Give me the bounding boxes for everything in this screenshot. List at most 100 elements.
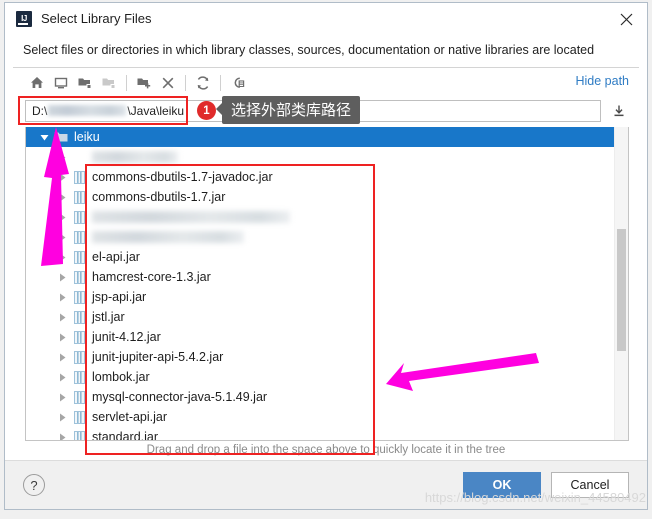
toolbar-separator-2: [185, 74, 186, 91]
tree-expand-toggle[interactable]: [54, 267, 70, 287]
help-button[interactable]: ?: [23, 474, 45, 496]
jar-file-icon: [73, 290, 85, 304]
show-hidden-files-icon: [234, 76, 245, 88]
select-library-files-dialog: Select Library Files Select files or dir…: [4, 2, 648, 510]
show-hidden-files-button[interactable]: [226, 71, 250, 95]
tree-expand-toggle[interactable]: [54, 227, 70, 247]
tree-expand-toggle[interactable]: [54, 427, 70, 440]
tree-expand-toggle[interactable]: [54, 287, 70, 307]
expand-path-history-button[interactable]: [609, 100, 629, 122]
toolbar-separator-3: [220, 74, 221, 91]
jar-file-icon: [73, 210, 85, 224]
dialog-action-buttons: OK Cancel: [463, 472, 629, 498]
file-tree[interactable]: leiku commons-dbutils-1.7-javadoc.jar comm…: [26, 127, 614, 440]
chevron-right-icon: [59, 333, 65, 341]
file-chooser-toolbar: Hide path: [5, 68, 647, 97]
tree-row-jar-icon: [70, 187, 88, 207]
tree-vertical-scrollbar[interactable]: [614, 127, 628, 440]
desktop-button[interactable]: [49, 71, 73, 95]
path-input[interactable]: D:\ \Java\leiku: [25, 100, 601, 122]
chevron-right-icon: [59, 433, 65, 440]
tree-row-label-blurred: [92, 151, 178, 163]
tree-row[interactable]: standard.jar: [26, 427, 614, 440]
jar-file-icon: [73, 170, 85, 184]
tree-row[interactable]: commons-dbutils-1.7.jar: [26, 187, 614, 207]
tree-expand-toggle[interactable]: [54, 167, 70, 187]
tree-expand-toggle[interactable]: [54, 407, 70, 427]
jar-file-icon: [73, 250, 85, 264]
desktop-icon: [54, 77, 68, 88]
tree-row-jar-icon: [70, 327, 88, 347]
tree-row-label: mysql-connector-java-5.1.49.jar: [92, 390, 268, 404]
tree-row[interactable]: mysql-connector-java-5.1.49.jar: [26, 387, 614, 407]
ok-button[interactable]: OK: [463, 472, 541, 498]
folder-up-button[interactable]: [73, 71, 97, 95]
delete-button[interactable]: [156, 71, 180, 95]
tree-row-jar-icon: [70, 167, 88, 187]
chevron-right-icon: [59, 213, 65, 221]
home-icon: [31, 76, 43, 88]
intellij-idea-icon: [16, 11, 32, 27]
tree-scrollbar-thumb[interactable]: [617, 228, 626, 351]
jar-file-icon: [73, 330, 85, 344]
tree-expand-toggle[interactable]: [54, 307, 70, 327]
chevron-right-icon: [59, 313, 65, 321]
download-icon: [614, 105, 624, 117]
file-tree-panel: leiku commons-dbutils-1.7-javadoc.jar comm…: [25, 127, 629, 441]
chevron-right-icon: [59, 353, 65, 361]
jar-file-icon: [73, 350, 85, 364]
tree-expand-toggle[interactable]: [54, 207, 70, 227]
tree-row[interactable]: commons-dbutils-1.7-javadoc.jar: [26, 167, 614, 187]
delete-x-icon: [162, 77, 174, 88]
close-button[interactable]: [613, 7, 639, 31]
tree-expand-toggle[interactable]: [54, 327, 70, 347]
new-folder-icon: [137, 78, 151, 88]
chevron-right-icon: [59, 233, 65, 241]
tree-row-label: jsp-api.jar: [92, 290, 147, 304]
home-button[interactable]: [25, 71, 49, 95]
tree-row[interactable]: hamcrest-core-1.3.jar: [26, 267, 614, 287]
tree-expand-toggle[interactable]: [36, 127, 52, 147]
tree-row[interactable]: junit-4.12.jar: [26, 327, 614, 347]
chevron-right-icon: [59, 193, 65, 201]
hide-path-link[interactable]: Hide path: [575, 74, 629, 88]
tree-row[interactable]: [26, 227, 614, 247]
tree-row-jar-icon: [70, 407, 88, 427]
jar-file-icon: [73, 270, 85, 284]
jar-file-icon: [73, 430, 85, 440]
refresh-button[interactable]: [191, 71, 215, 95]
tree-expand-toggle[interactable]: [54, 247, 70, 267]
tree-row-jar-icon: [70, 287, 88, 307]
tree-row-label: lombok.jar: [92, 370, 150, 384]
tree-row-label: jstl.jar: [92, 310, 125, 324]
new-folder-button[interactable]: [132, 71, 156, 95]
path-prefix: D:\: [32, 104, 48, 118]
tree-expand-toggle[interactable]: [54, 147, 70, 167]
tree-expand-toggle[interactable]: [54, 347, 70, 367]
tree-row-label: leiku: [74, 130, 100, 144]
tree-row[interactable]: junit-jupiter-api-5.4.2.jar: [26, 347, 614, 367]
dialog-footer: ? OK Cancel: [5, 460, 647, 509]
tree-row-label-blurred: [92, 231, 244, 243]
tree-row[interactable]: servlet-api.jar: [26, 407, 614, 427]
drag-drop-hint: Drag and drop a file into the space abov…: [5, 441, 647, 460]
jar-file-icon: [73, 190, 85, 204]
tree-row-label: junit-jupiter-api-5.4.2.jar: [92, 350, 224, 364]
tree-expand-toggle[interactable]: [54, 387, 70, 407]
tree-row-jar-icon: [70, 367, 88, 387]
chevron-right-icon: [59, 273, 65, 281]
tree-row[interactable]: [26, 147, 614, 167]
tree-row-label: el-api.jar: [92, 250, 140, 264]
dialog-description: Select files or directories in which lib…: [5, 35, 647, 67]
cancel-button[interactable]: Cancel: [551, 472, 629, 498]
tree-row-jar-icon: [70, 347, 88, 367]
tree-row[interactable]: [26, 207, 614, 227]
tree-row[interactable]: leiku: [26, 127, 614, 147]
tree-row[interactable]: el-api.jar: [26, 247, 614, 267]
tree-expand-toggle[interactable]: [54, 367, 70, 387]
tree-row[interactable]: lombok.jar: [26, 367, 614, 387]
tree-row[interactable]: jsp-api.jar: [26, 287, 614, 307]
tree-row[interactable]: jstl.jar: [26, 307, 614, 327]
tree-row-label: hamcrest-core-1.3.jar: [92, 270, 211, 284]
tree-expand-toggle[interactable]: [54, 187, 70, 207]
